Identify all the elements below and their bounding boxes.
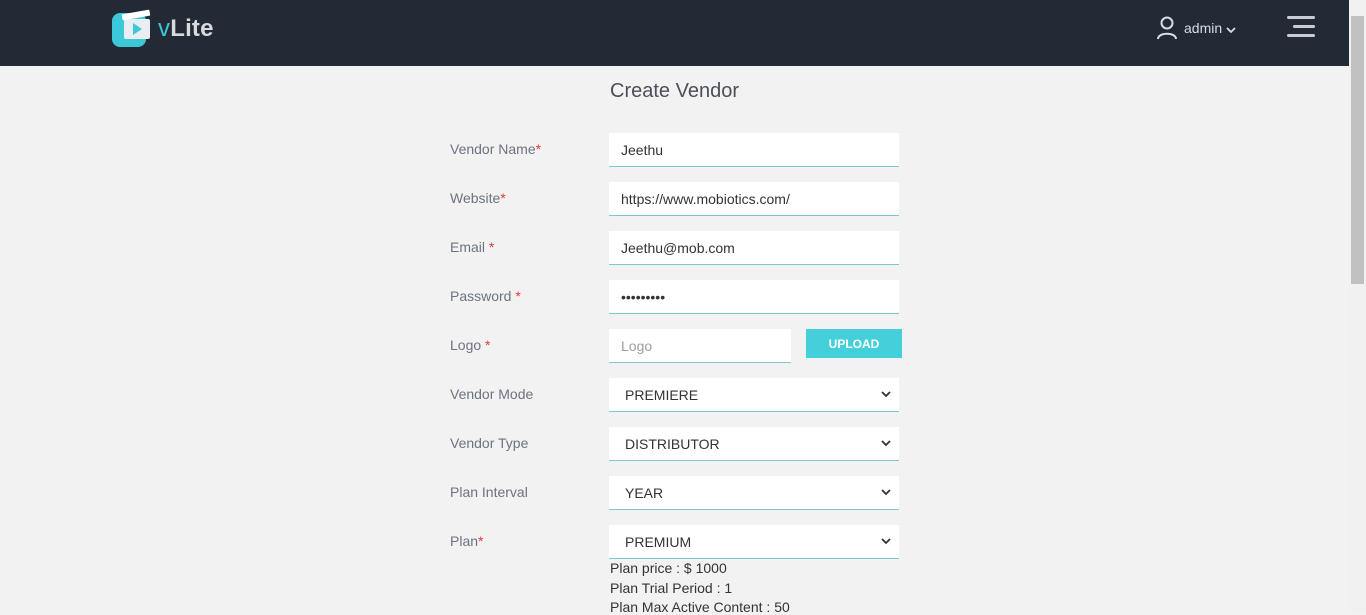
plan-interval-select[interactable]: YEAR <box>609 476 899 510</box>
logo-label: Logo * <box>450 337 491 353</box>
user-menu[interactable]: admin <box>1156 16 1236 40</box>
chevron-down-icon <box>1226 26 1236 33</box>
logo-suffix: Lite <box>170 15 214 42</box>
upload-button[interactable]: UPLOAD <box>806 329 902 358</box>
email-input[interactable] <box>609 231 899 265</box>
website-label: Website* <box>450 190 506 206</box>
hamburger-menu-icon[interactable] <box>1287 16 1315 38</box>
vendor-name-label: Vendor Name* <box>450 141 542 157</box>
plan-price-text: Plan price : $ 1000 <box>610 560 727 576</box>
vendor-type-label: Vendor Type <box>450 435 529 451</box>
plan-interval-value: YEAR <box>625 484 664 501</box>
vendor-type-value: DISTRIBUTOR <box>625 435 720 452</box>
plan-value: PREMIUM <box>625 533 692 550</box>
password-input[interactable] <box>609 280 899 314</box>
vlite-logo-icon <box>112 9 151 47</box>
chevron-down-icon <box>881 489 891 496</box>
user-name: admin <box>1184 20 1223 36</box>
plan-interval-label: Plan Interval <box>450 484 528 500</box>
vendor-type-select[interactable]: DISTRIBUTOR <box>609 427 899 461</box>
chevron-down-icon <box>881 391 891 398</box>
page-title: Create Vendor <box>610 80 739 102</box>
vendor-mode-label: Vendor Mode <box>450 386 534 402</box>
email-label: Email * <box>450 239 495 255</box>
plan-label: Plan* <box>450 533 484 549</box>
chevron-down-icon <box>881 538 891 545</box>
password-label: Password * <box>450 288 521 304</box>
vendor-mode-select[interactable]: PREMIERE <box>609 378 899 412</box>
app-logo-text[interactable]: vLite <box>158 15 214 43</box>
logo-input[interactable] <box>609 329 791 363</box>
user-icon <box>1157 16 1177 40</box>
plan-select[interactable]: PREMIUM <box>609 525 899 559</box>
vendor-mode-value: PREMIERE <box>625 386 699 403</box>
logo-prefix: v <box>158 15 171 42</box>
vendor-name-input[interactable] <box>609 133 899 167</box>
scrollbar-thumb[interactable] <box>1351 16 1364 284</box>
plan-trial-text: Plan Trial Period : 1 <box>610 580 733 596</box>
chevron-down-icon <box>881 440 891 447</box>
top-navbar: vLite admin <box>0 0 1349 66</box>
website-input[interactable] <box>609 182 899 216</box>
page-scrollbar[interactable] <box>1349 0 1366 613</box>
